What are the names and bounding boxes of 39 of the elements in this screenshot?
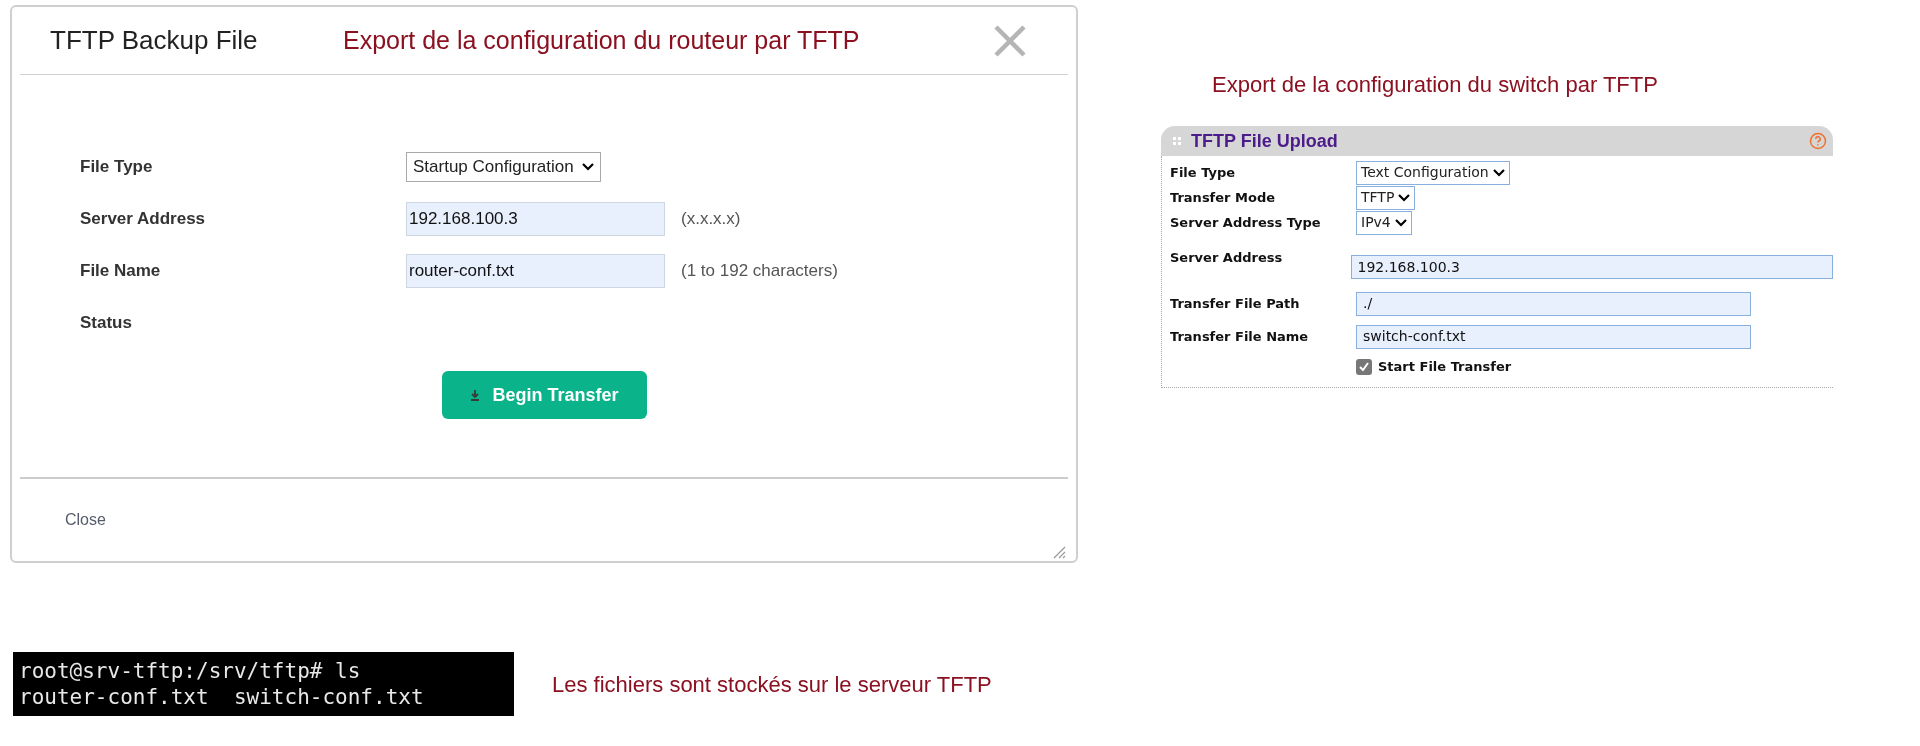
field-label: File Type <box>80 156 154 179</box>
input-field[interactable]: 192.168.100.3 <box>406 202 665 236</box>
dialog-title: TFTP Backup File <box>50 24 259 57</box>
chevron-icon <box>1394 218 1407 227</box>
terminal-line: root@srv-tftp:/srv/tftp# ls <box>19 658 362 684</box>
field-label: Transfer File Path <box>1170 295 1301 313</box>
field-label: Transfer Mode <box>1170 189 1276 207</box>
input-field[interactable]: switch-conf.txt <box>1356 324 1751 349</box>
field-hint: (x.x.x.x) <box>681 208 741 231</box>
input-field[interactable]: router-conf.txt <box>406 254 665 288</box>
chevron-icon <box>1492 168 1505 177</box>
field-label: File Name <box>80 260 162 283</box>
help-icon[interactable] <box>1809 132 1827 150</box>
close-icon[interactable] <box>992 22 1028 59</box>
input-field[interactable]: 192.168.100.3 <box>1350 255 1833 279</box>
caption: Export de la configuration du routeur par TFTP <box>343 24 861 56</box>
checkbox-label: Start File Transfer <box>1378 358 1512 377</box>
terminal-line: router-conf.txt switch-conf.txt <box>19 684 425 710</box>
field-label: Server Address Type <box>1170 214 1322 232</box>
close-button[interactable]: Close <box>65 508 106 532</box>
checkbox[interactable] <box>1356 359 1372 375</box>
field-label: Server Address <box>80 208 207 231</box>
dropdown[interactable]: TFTP <box>1356 185 1416 210</box>
field-label: Server Address <box>1170 249 1284 267</box>
field-label: Status <box>80 312 133 335</box>
chevron-icon <box>1398 193 1411 202</box>
file-type-dropdown[interactable]: Startup Configuration <box>406 152 601 182</box>
field-hint: (1 to 192 characters) <box>681 260 838 283</box>
caption: Export de la configuration du switch par TFTP <box>1211 71 1659 99</box>
dropdown[interactable]: IPv4 <box>1356 210 1412 235</box>
dropdown[interactable]: Text Configuration <box>1356 160 1510 185</box>
caption: Les fichiers sont stockés sur le serveur TFTP <box>552 670 992 699</box>
input-field[interactable]: ./ <box>1356 291 1751 316</box>
chevron-icon <box>581 163 594 171</box>
field-label: File Type <box>1170 164 1237 182</box>
field-label: Transfer File Name <box>1170 328 1310 346</box>
drag-handle-icon[interactable] <box>1173 137 1181 145</box>
panel-title: TFTP File Upload <box>1191 129 1339 153</box>
download-icon <box>470 389 481 401</box>
